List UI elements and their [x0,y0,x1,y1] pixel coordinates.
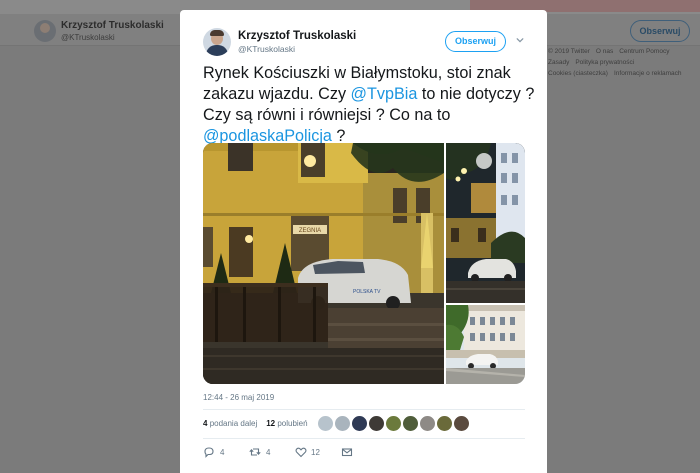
liker-avatar[interactable] [335,416,350,431]
photo-3-image [446,305,525,384]
author-avatar[interactable] [203,28,231,56]
direct-message-action[interactable] [341,446,355,458]
footer-link[interactable]: Cookies (ciasteczka) [548,70,608,77]
liker-avatar[interactable] [420,416,435,431]
tweet-timestamp[interactable]: 12:44 - 26 maj 2019 [203,393,274,402]
tweet-photo-2[interactable] [446,143,525,303]
author-name[interactable]: Krzysztof Truskolaski [238,30,356,42]
divider [203,438,525,439]
background-avatar[interactable] [34,20,56,42]
liker-avatar[interactable] [318,416,333,431]
tweet-stats: 4 podania dalej 12 polubień [203,419,308,428]
divider [203,409,525,410]
retweet-stat[interactable]: 4 podania dalej [203,419,257,428]
heart-icon [295,447,307,458]
liker-avatar[interactable] [437,416,452,431]
background-footer-links: © 2019 Twitter O nas Centrum Pomocy Zasady… [548,46,698,79]
follow-button[interactable]: Obserwuj [445,31,506,52]
liker-avatar[interactable] [369,416,384,431]
background-follow-button[interactable]: Obserwuj [630,20,690,42]
footer-link[interactable]: Polityka prywatności [575,59,634,66]
svg-text:POLSKA TV: POLSKA TV [353,289,381,295]
liker-avatar[interactable] [386,416,401,431]
reply-action[interactable]: 4 [203,446,233,458]
liker-avatar[interactable] [352,416,367,431]
tweet-modal: Krzysztof Truskolaski @KTruskolaski Obse… [180,10,547,473]
liker-avatar[interactable] [454,416,469,431]
reply-icon [204,447,214,458]
tweet-photo-3[interactable] [446,305,525,384]
tweet-photo-main[interactable]: ZEGNIA POLSKA TV [203,143,444,384]
footer-link[interactable]: Zasady [548,59,569,66]
chevron-down-icon[interactable] [516,36,524,44]
liker-avatar[interactable] [403,416,418,431]
envelope-icon [341,448,353,457]
mention-link[interactable]: @TvpBia [351,85,418,103]
background-author-handle: @KTruskolaski [61,33,115,42]
svg-text:ZEGNIA: ZEGNIA [299,228,321,234]
footer-link[interactable]: © 2019 Twitter [548,48,590,55]
photo-main-image: ZEGNIA POLSKA TV [203,143,444,384]
author-handle: @KTruskolaski [238,44,295,54]
footer-link[interactable]: O nas [596,48,613,55]
photo-2-image [446,143,525,303]
like-action[interactable]: 12 [295,446,329,458]
footer-link[interactable]: Centrum Pomocy [619,48,669,55]
tweet-text: Rynek Kościuszki w Białymstoku, stoi zna… [203,64,535,145]
background-author-name[interactable]: Krzysztof Truskolaski [61,20,164,31]
retweet-icon [249,448,261,456]
like-stat[interactable]: 12 polubień [266,419,307,428]
retweet-action[interactable]: 4 [249,446,279,458]
footer-link[interactable]: Informacje o reklamach [614,70,682,77]
